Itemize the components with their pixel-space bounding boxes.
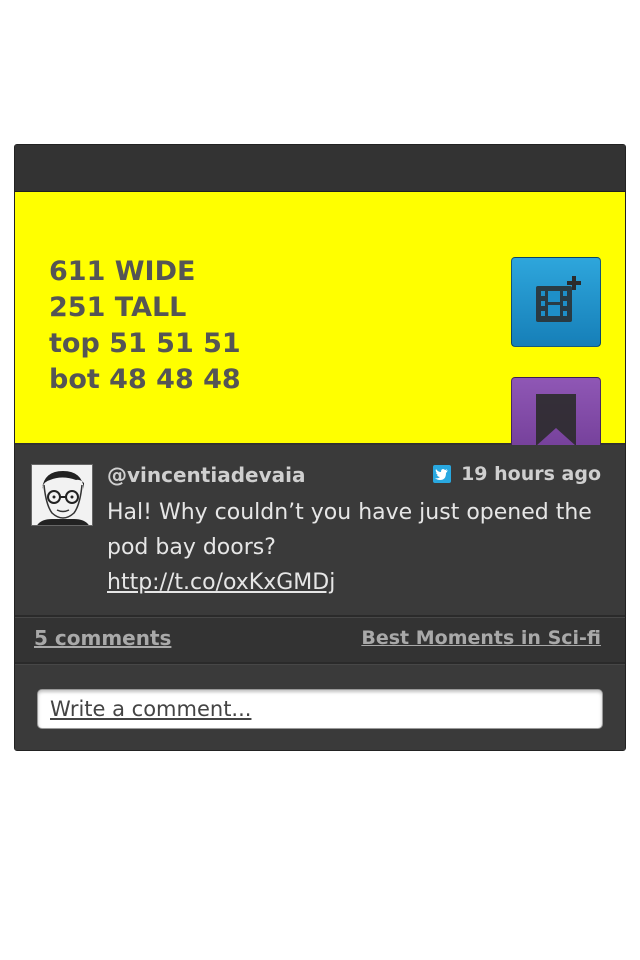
comment-input[interactable]: Write a comment... (37, 689, 603, 729)
post-meta: 19 hours ago (433, 463, 601, 485)
media-area[interactable]: 611 WIDE 251 TALL top 51 51 51 bot 48 48… (15, 192, 625, 467)
post-section: @vincentiadevaia 19 hours ago Hal! Why c… (15, 445, 625, 615)
add-video-button[interactable] (511, 257, 601, 347)
post-time: 19 hours ago (461, 463, 601, 485)
collection-link[interactable]: Best Moments in Sci-fi (361, 627, 601, 649)
twitter-icon (433, 465, 452, 483)
media-line: top 51 51 51 (49, 328, 241, 359)
comments-link[interactable]: 5 comments (34, 626, 171, 650)
comment-area: Write a comment... (15, 665, 625, 750)
avatar[interactable] (31, 464, 93, 526)
media-line: 251 TALL (49, 292, 187, 323)
card-header (15, 145, 625, 192)
post-footer: 5 comments Best Moments in Sci-fi (15, 618, 625, 662)
film-add-icon (528, 272, 584, 332)
media-line: bot 48 48 48 (49, 364, 241, 395)
media-placeholder-text: 611 WIDE 251 TALL top 51 51 51 bot 48 48… (49, 254, 241, 398)
post-body: Hal! Why couldn’t you have just opened t… (107, 495, 607, 600)
post-link[interactable]: http://t.co/oxKxGMDj (107, 570, 335, 595)
username-link[interactable]: @vincentiadevaia (107, 463, 305, 487)
post-text: Hal! Why couldn’t you have just opened t… (107, 500, 592, 560)
media-line: 611 WIDE (49, 256, 196, 287)
post-card: 611 WIDE 251 TALL top 51 51 51 bot 48 48… (14, 144, 626, 751)
